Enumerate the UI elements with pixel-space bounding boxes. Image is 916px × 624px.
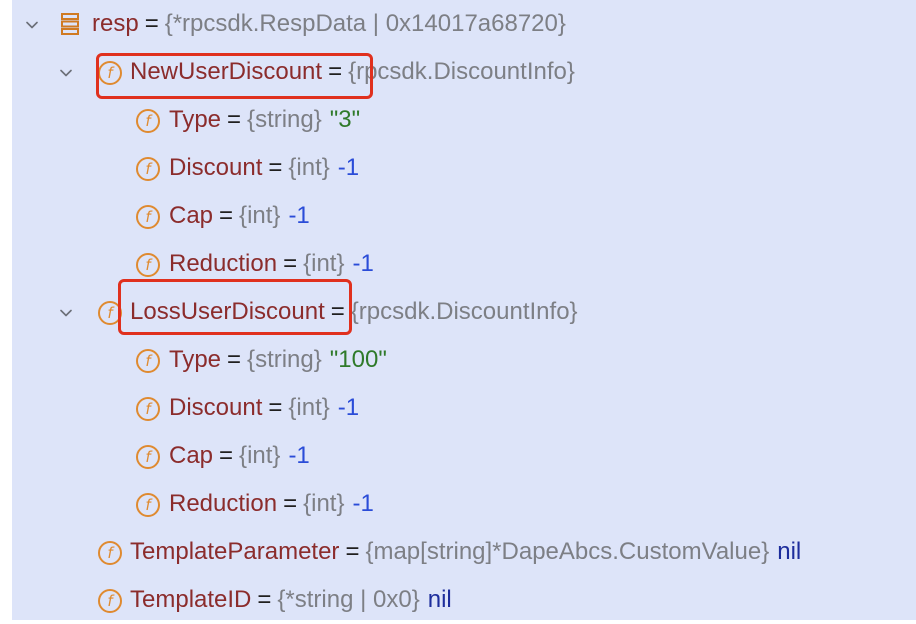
variable-type: {rpcsdk.DiscountInfo}	[348, 58, 575, 85]
chevron-down-icon[interactable]	[60, 67, 72, 79]
struct-icon	[60, 12, 80, 36]
variable-name: Cap	[169, 442, 214, 469]
variable-name: Discount	[169, 394, 263, 421]
tree-row-text: resp = {*rpcsdk.RespData | 0x14017a68720…	[92, 10, 566, 38]
variable-type: {*string | 0x0}	[277, 586, 420, 613]
variable-value: -1	[337, 154, 360, 181]
chevron-down-icon[interactable]	[26, 19, 38, 31]
variable-type: {*rpcsdk.RespData | 0x14017a68720}	[164, 10, 566, 37]
field-icon: f	[98, 541, 122, 565]
variable-name: resp	[92, 10, 139, 37]
equals-sign: =	[268, 394, 283, 421]
equals-sign: =	[345, 538, 360, 565]
field-icon: f	[136, 109, 160, 133]
field-icon: f	[136, 349, 160, 373]
tree-row-text: Cap = {int} -1	[169, 202, 310, 230]
variable-value: -1	[352, 490, 374, 517]
equals-sign: =	[227, 346, 242, 373]
debugger-variables-panel: resp = {*rpcsdk.RespData | 0x14017a68720…	[12, 0, 916, 620]
field-icon: f	[98, 589, 122, 613]
field-icon: f	[136, 397, 160, 421]
field-icon: f	[136, 493, 160, 517]
tree-row-text: TemplateParameter = {map[string]*DapeAbc…	[130, 538, 801, 566]
tree-row-text: Type = {string} "3"	[169, 106, 360, 134]
equals-sign: =	[144, 10, 159, 37]
variable-name: Reduction	[169, 490, 278, 517]
highlight-box-loss-user-discount	[118, 279, 352, 335]
field-icon: f	[136, 445, 160, 469]
variable-type: {int}	[239, 202, 281, 229]
variable-type: {int}	[239, 442, 281, 469]
variable-type: {int}	[288, 154, 330, 181]
variable-value: nil	[427, 586, 452, 613]
variable-value: -1	[337, 394, 360, 421]
variable-value: "100"	[329, 346, 387, 373]
equals-sign: =	[283, 490, 298, 517]
variable-type: {int}	[288, 394, 330, 421]
variable-type: {int}	[303, 250, 345, 277]
tree-row-text: Reduction = {int} -1	[169, 250, 374, 278]
variable-type: {int}	[303, 490, 345, 517]
variable-name: Discount	[169, 154, 263, 181]
variable-name: Type	[169, 106, 222, 133]
variable-value: -1	[352, 250, 374, 277]
tree-row-text: Discount = {int} -1	[169, 394, 359, 422]
variable-type: {string}	[247, 106, 322, 133]
equals-sign: =	[227, 106, 242, 133]
equals-sign: =	[283, 250, 298, 277]
equals-sign: =	[268, 154, 283, 181]
variable-name: Type	[169, 346, 222, 373]
equals-sign: =	[219, 442, 234, 469]
variable-value: -1	[288, 202, 310, 229]
highlight-box-new-user-discount	[96, 53, 373, 99]
field-icon: f	[136, 205, 160, 229]
tree-row-text: Reduction = {int} -1	[169, 490, 374, 518]
field-icon: f	[136, 253, 160, 277]
variable-name: Cap	[169, 202, 214, 229]
equals-sign: =	[219, 202, 234, 229]
equals-sign: =	[257, 586, 272, 613]
variable-type: {map[string]*DapeAbcs.CustomValue}	[365, 538, 770, 565]
variable-value: nil	[777, 538, 802, 565]
variable-value: "3"	[329, 106, 361, 133]
tree-row-text: Discount = {int} -1	[169, 154, 359, 182]
variable-name: TemplateParameter	[130, 538, 340, 565]
tree-row-text: Cap = {int} -1	[169, 442, 310, 470]
variable-value: -1	[288, 442, 310, 469]
variable-type: {rpcsdk.DiscountInfo}	[350, 298, 578, 325]
variable-type: {string}	[247, 346, 322, 373]
tree-row-text: TemplateID = {*string | 0x0} nil	[130, 586, 452, 614]
variable-name: Reduction	[169, 250, 278, 277]
chevron-down-icon[interactable]	[60, 307, 72, 319]
field-icon: f	[136, 157, 160, 181]
tree-row-text: Type = {string} "100"	[169, 346, 387, 374]
variable-name: TemplateID	[130, 586, 252, 613]
